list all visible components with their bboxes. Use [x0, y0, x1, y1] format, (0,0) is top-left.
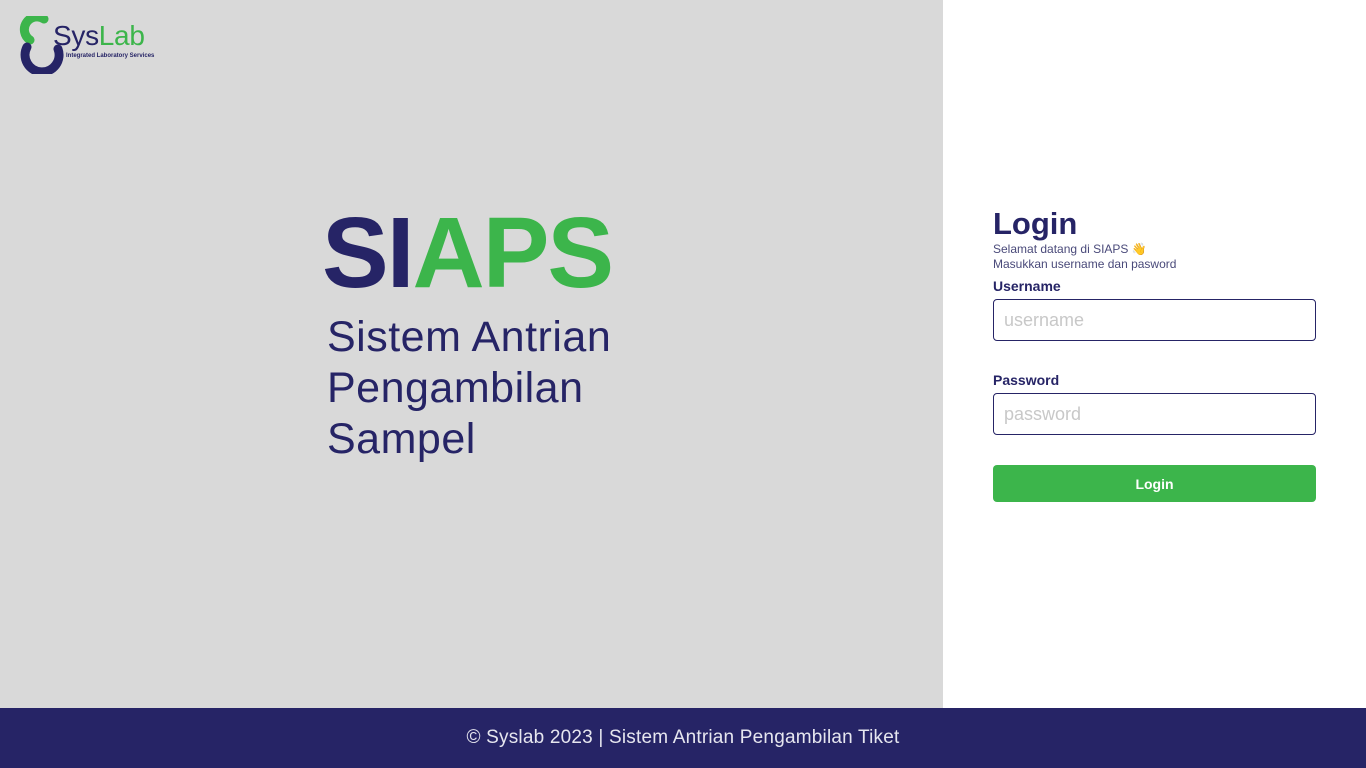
- footer: © Syslab 2023 | Sistem Antrian Pengambil…: [0, 708, 1366, 768]
- subtitle-line: Pengambilan: [327, 364, 584, 412]
- footer-text: © Syslab 2023 | Sistem Antrian Pengambil…: [466, 727, 900, 748]
- brand-title-aps: APS: [412, 197, 614, 309]
- syslab-logo[interactable]: SysLab Integrated Laboratory Services: [18, 16, 163, 74]
- password-input[interactable]: [993, 393, 1316, 435]
- app-subtitle: Sistem Antrian Pengambilan Sampel: [327, 312, 667, 465]
- login-instructions: Masukkan username dan pasword: [993, 257, 1177, 271]
- login-panel: [943, 0, 1366, 708]
- app-brand-title: SIAPS: [322, 197, 614, 309]
- password-label: Password: [993, 372, 1060, 388]
- brand-title-si: SI: [322, 197, 414, 309]
- subtitle-line: Sistem Antrian: [327, 313, 612, 361]
- subtitle-line: Sampel: [327, 415, 476, 463]
- login-button[interactable]: Login: [993, 465, 1316, 502]
- username-input[interactable]: [993, 299, 1316, 341]
- login-heading: Login: [993, 206, 1078, 241]
- welcome-text: Selamat datang di SIAPS 👋: [993, 242, 1147, 256]
- username-label: Username: [993, 278, 1061, 294]
- logo-wordmark: SysLab: [53, 20, 145, 52]
- logo-tagline: Integrated Laboratory Services: [66, 53, 155, 59]
- logo-word-lab: Lab: [98, 20, 145, 51]
- logo-word-sys: Sys: [53, 20, 99, 51]
- hero-panel: SysLab Integrated Laboratory Services SI…: [0, 0, 943, 708]
